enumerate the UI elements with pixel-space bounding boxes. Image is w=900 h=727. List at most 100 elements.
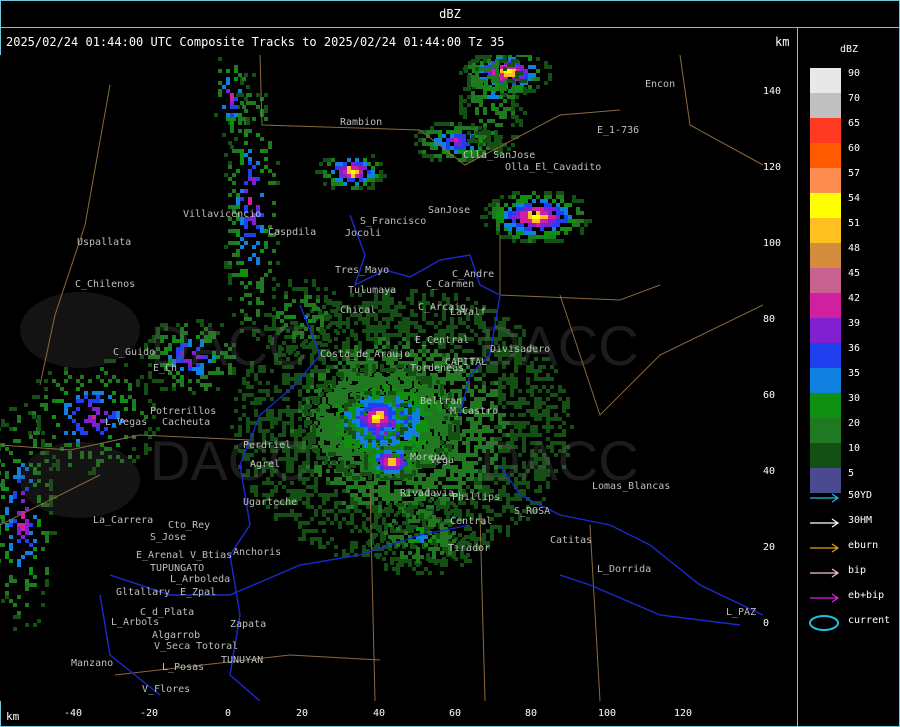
echo-cell [13, 427, 17, 431]
echo-cell [470, 429, 474, 433]
place-label: S_Jose [150, 532, 186, 543]
echo-cell [438, 154, 442, 158]
echo-cell [240, 161, 244, 165]
echo-cell [0, 447, 1, 451]
echo-cell [440, 428, 444, 432]
radar-map-canvas[interactable]: DACC DACC DACC DACC EnconRambionE_1-736C… [0, 55, 763, 701]
echo-cell [354, 501, 358, 505]
radar-map[interactable]: DACC DACC DACC DACC Encon Rambion E_1-73… [0, 55, 763, 701]
echo-cell [560, 195, 564, 199]
echo-cell [37, 415, 41, 419]
echo-cell [438, 138, 442, 142]
echo-cell [76, 407, 80, 411]
echo-cell [92, 423, 96, 427]
echo-cell [502, 509, 506, 513]
echo-cell [344, 468, 348, 472]
echo-cell [384, 531, 388, 535]
echo-cell [518, 497, 522, 501]
echo-cell [248, 233, 252, 237]
echo-cell [458, 469, 462, 473]
echo-cell [378, 301, 382, 305]
echo-cell [323, 158, 327, 162]
echo-cell [528, 235, 532, 239]
echo-cell [430, 146, 434, 150]
echo-cell [506, 533, 510, 537]
echo-cell [556, 211, 560, 215]
echo-cell [84, 419, 88, 423]
echo-cell [548, 231, 552, 235]
echo-cell [324, 388, 328, 392]
echo-cell [436, 503, 440, 507]
echo-cell [548, 239, 552, 243]
echo-cell [92, 419, 96, 423]
echo-cell [318, 493, 322, 497]
echo-cell [502, 413, 506, 417]
echo-cell [526, 389, 530, 393]
echo-cell [520, 239, 524, 243]
echo-cell [336, 372, 340, 376]
echo-cell [320, 444, 324, 448]
echo-cell [380, 427, 384, 431]
echo-cell [318, 473, 322, 477]
echo-cell [446, 122, 450, 126]
echo-cell [32, 411, 36, 415]
echo-cell [546, 397, 550, 401]
echo-cell [396, 392, 400, 396]
echo-cell [286, 409, 290, 413]
echo-cell [400, 415, 404, 419]
echo-cell [344, 452, 348, 456]
echo-cell [120, 395, 124, 399]
echo-cell [304, 424, 308, 428]
echo-cell [366, 317, 370, 321]
echo-cell [252, 165, 256, 169]
place-label: Clla_SanJose [463, 150, 535, 161]
echo-cell [13, 475, 17, 479]
echo-cell [360, 419, 364, 423]
echo-cell [458, 321, 462, 325]
echo-cell [264, 241, 268, 245]
echo-cell [342, 329, 346, 333]
echo-cell [396, 511, 400, 515]
echo-cell [344, 407, 348, 411]
echo-cell [436, 416, 440, 420]
echo-cell [450, 473, 454, 477]
echo-cell [524, 199, 528, 203]
echo-cell [346, 505, 350, 509]
echo-cell [238, 89, 242, 93]
echo-cell [222, 105, 226, 109]
echo-cell [29, 523, 33, 527]
echo-cell [534, 417, 538, 421]
echo-cell [364, 364, 368, 368]
echo-cell [428, 416, 432, 420]
echo-cell [226, 113, 230, 117]
echo-cell [367, 186, 371, 190]
place-label: Central [450, 516, 492, 527]
echo-cell [499, 111, 503, 115]
echo-cell [528, 207, 532, 211]
echo-cell [524, 73, 528, 77]
echo-cell [404, 376, 408, 380]
echo-cell [414, 481, 418, 485]
echo-cell [494, 393, 498, 397]
echo-cell [236, 233, 240, 237]
echo-cell [352, 368, 356, 372]
echo-cell [17, 467, 21, 471]
echo-cell [536, 235, 540, 239]
echo-cell [232, 149, 236, 153]
echo-cell [226, 81, 230, 85]
echo-cell [236, 261, 240, 265]
echo-cell [392, 399, 396, 403]
echo-cell [444, 416, 448, 420]
echo-cell [442, 317, 446, 321]
echo-cell [430, 477, 434, 481]
echo-cell [394, 309, 398, 313]
echo-cell [232, 229, 236, 233]
echo-cell [428, 432, 432, 436]
echo-cell [454, 325, 458, 329]
echo-cell [366, 321, 370, 325]
echo-cell [314, 485, 318, 489]
echo-cell [367, 170, 371, 174]
echo-cell [276, 181, 280, 185]
echo-cell [318, 469, 322, 473]
echo-cell [475, 75, 479, 79]
